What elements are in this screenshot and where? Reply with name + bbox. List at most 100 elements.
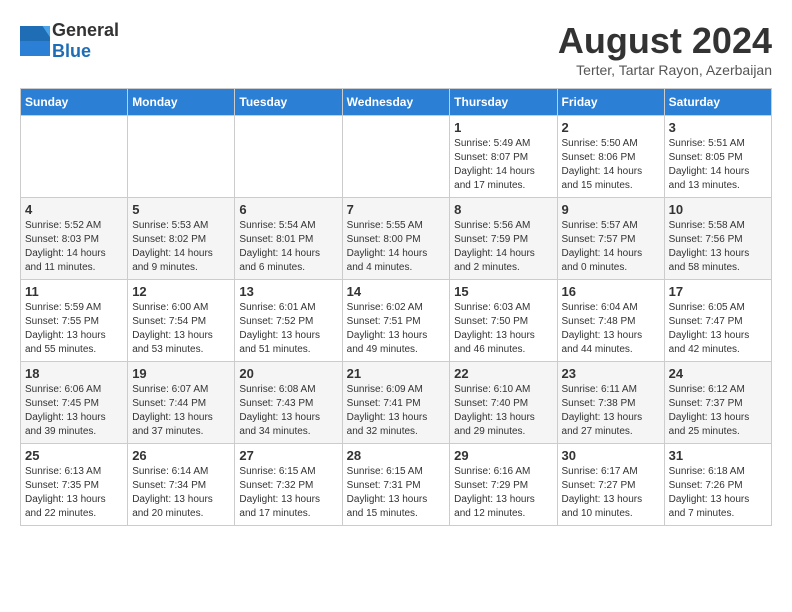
day-info-line: Sunrise: 6:06 AM <box>25 384 101 395</box>
day-info-line: Daylight: 13 hours and 42 minutes. <box>669 330 750 355</box>
weekday-header: Monday <box>128 89 235 116</box>
day-info-line: Sunrise: 5:56 AM <box>454 220 530 231</box>
calendar-cell: 25Sunrise: 6:13 AMSunset: 7:35 PMDayligh… <box>21 444 128 526</box>
calendar-cell <box>342 116 450 198</box>
day-info-line: Sunset: 7:27 PM <box>562 480 636 491</box>
weekday-header: Friday <box>557 89 664 116</box>
calendar-cell: 6 Sunrise: 5:54 AMSunset: 8:01 PMDaylight… <box>235 198 342 280</box>
day-info-line: Daylight: 13 hours and 39 minutes. <box>25 412 106 437</box>
day-info-line: Sunrise: 5:57 AM <box>562 220 638 231</box>
calendar-cell: 5Sunrise: 5:53 AMSunset: 8:02 PMDaylight… <box>128 198 235 280</box>
day-number: 21 <box>347 366 446 381</box>
day-info-line: Daylight: 13 hours and 51 minutes. <box>239 330 320 355</box>
calendar-cell: 4Sunrise: 5:52 AMSunset: 8:03 PMDaylight… <box>21 198 128 280</box>
day-info-line: Daylight: 13 hours and 20 minutes. <box>132 494 213 519</box>
day-info-line: Sunrise: 6:15 AM <box>239 466 315 477</box>
calendar-cell: 3 Sunrise: 5:51 AMSunset: 8:05 PMDaylight… <box>664 116 771 198</box>
calendar-week-row: 18Sunrise: 6:06 AMSunset: 7:45 PMDayligh… <box>21 362 772 444</box>
day-number: 30 <box>562 448 660 463</box>
day-number: 18 <box>25 366 123 381</box>
day-info-line: Sunset: 7:31 PM <box>347 480 421 491</box>
day-info: Sunrise: 6:00 AMSunset: 7:54 PMDaylight:… <box>132 301 230 357</box>
calendar-cell: 12Sunrise: 6:00 AMSunset: 7:54 PMDayligh… <box>128 280 235 362</box>
day-info-line: Sunrise: 6:08 AM <box>239 384 315 395</box>
day-number: 26 <box>132 448 230 463</box>
day-info-line: Sunrise: 6:12 AM <box>669 384 745 395</box>
calendar-cell: 21Sunrise: 6:09 AMSunset: 7:41 PMDayligh… <box>342 362 450 444</box>
day-number: 6 <box>239 202 337 217</box>
day-info-line: Sunset: 7:56 PM <box>669 234 743 245</box>
day-info-line: Daylight: 13 hours and 15 minutes. <box>347 494 428 519</box>
day-info: Sunrise: 6:04 AMSunset: 7:48 PMDaylight:… <box>562 301 660 357</box>
day-number: 3 <box>669 120 767 135</box>
day-info-line: Sunrise: 6:00 AM <box>132 302 208 313</box>
day-info: Sunrise: 5:50 AMSunset: 8:06 PMDaylight:… <box>562 137 660 193</box>
day-info: Sunrise: 5:54 AMSunset: 8:01 PMDaylight:… <box>239 219 337 275</box>
day-number: 31 <box>669 448 767 463</box>
day-number: 25 <box>25 448 123 463</box>
day-info-line: Sunrise: 6:01 AM <box>239 302 315 313</box>
day-info-line: Daylight: 13 hours and 29 minutes. <box>454 412 535 437</box>
day-info-line: Daylight: 13 hours and 12 minutes. <box>454 494 535 519</box>
day-info-line: Sunset: 7:43 PM <box>239 398 313 409</box>
day-info-line: Sunset: 8:05 PM <box>669 152 743 163</box>
day-info-line: Daylight: 13 hours and 25 minutes. <box>669 412 750 437</box>
day-info-line: Daylight: 14 hours and 0 minutes. <box>562 248 643 273</box>
day-info-line: Daylight: 13 hours and 46 minutes. <box>454 330 535 355</box>
day-info-line: Sunrise: 6:14 AM <box>132 466 208 477</box>
day-number: 15 <box>454 284 552 299</box>
day-info-line: Sunset: 8:00 PM <box>347 234 421 245</box>
day-info: Sunrise: 6:08 AM Sunset: 7:43 PM Daylight:… <box>239 383 337 439</box>
day-info-line: Sunrise: 5:55 AM <box>347 220 423 231</box>
calendar-week-row: 4Sunrise: 5:52 AMSunset: 8:03 PMDaylight… <box>21 198 772 280</box>
calendar-cell: 26Sunrise: 6:14 AMSunset: 7:34 PMDayligh… <box>128 444 235 526</box>
day-number: 23 <box>562 366 660 381</box>
weekday-header: Sunday <box>21 89 128 116</box>
day-info-line: Sunset: 7:55 PM <box>25 316 99 327</box>
day-info-line: Sunset: 7:48 PM <box>562 316 636 327</box>
day-info-line: Sunset: 7:26 PM <box>669 480 743 491</box>
day-number: 14 <box>347 284 446 299</box>
day-number: 8 <box>454 202 552 217</box>
day-info-line: Daylight: 14 hours and 15 minutes. <box>562 166 643 191</box>
day-info-line: Daylight: 14 hours and 2 minutes. <box>454 248 535 273</box>
day-info-line: Sunrise: 6:10 AM <box>454 384 530 395</box>
header: General Blue August 2024 Terter, Tartar … <box>20 20 772 78</box>
day-info-line: Sunrise: 6:05 AM <box>669 302 745 313</box>
day-number: 24 <box>669 366 767 381</box>
day-info-line: Daylight: 13 hours and 34 minutes. <box>239 412 320 437</box>
calendar-cell: 2Sunrise: 5:50 AMSunset: 8:06 PMDaylight… <box>557 116 664 198</box>
weekday-header: Saturday <box>664 89 771 116</box>
day-info-line: Sunset: 7:59 PM <box>454 234 528 245</box>
weekday-header: Thursday <box>450 89 557 116</box>
calendar-cell: 8 Sunrise: 5:56 AM Sunset: 7:59 PM Daylight… <box>450 198 557 280</box>
day-info-line: Sunrise: 5:50 AM <box>562 138 638 149</box>
day-info-line: Sunset: 8:07 PM <box>454 152 528 163</box>
day-info-line: Sunset: 7:35 PM <box>25 480 99 491</box>
day-number: 9 <box>562 202 660 217</box>
day-info-line: Sunset: 7:50 PM <box>454 316 528 327</box>
day-info-line: Sunset: 7:40 PM <box>454 398 528 409</box>
calendar-cell: 9Sunrise: 5:57 AMSunset: 7:57 PMDaylight… <box>557 198 664 280</box>
day-info-line: Sunrise: 5:58 AM <box>669 220 745 231</box>
day-info: Sunrise: 6:02 AMSunset: 7:51 PMDaylight:… <box>347 301 446 357</box>
day-info-line: Sunset: 8:03 PM <box>25 234 99 245</box>
day-number: 10 <box>669 202 767 217</box>
logo-icon <box>20 26 50 56</box>
day-info: Sunrise: 6:05 AMSunset: 7:47 PMDaylight:… <box>669 301 767 357</box>
day-info: Sunrise: 5:51 AMSunset: 8:05 PMDaylight:… <box>669 137 767 193</box>
day-info: Sunrise: 6:12 AMSunset: 7:37 PMDaylight:… <box>669 383 767 439</box>
calendar-header: SundayMondayTuesdayWednesdayThursdayFrid… <box>21 89 772 116</box>
calendar-cell: 17Sunrise: 6:05 AMSunset: 7:47 PMDayligh… <box>664 280 771 362</box>
day-info-line: Sunset: 7:41 PM <box>347 398 421 409</box>
day-info: Sunrise: 6:03 AMSunset: 7:50 PMDaylight:… <box>454 301 552 357</box>
calendar-cell: 20Sunrise: 6:08 AMSunset: 7:43 PMDayligh… <box>235 362 342 444</box>
day-info: Sunrise: 5:56 AM Sunset: 7:59 PM Daylight:… <box>454 219 552 275</box>
logo: General Blue <box>20 20 119 62</box>
day-info: Sunrise: 5:53 AMSunset: 8:02 PMDaylight:… <box>132 219 230 275</box>
day-number: 7 <box>347 202 446 217</box>
day-info-line: Daylight: 13 hours and 58 minutes. <box>669 248 750 273</box>
day-info-line: Daylight: 13 hours and 44 minutes. <box>562 330 643 355</box>
day-info-line: Sunrise: 6:07 AM <box>132 384 208 395</box>
day-info-line: Daylight: 13 hours and 7 minutes. <box>669 494 750 519</box>
